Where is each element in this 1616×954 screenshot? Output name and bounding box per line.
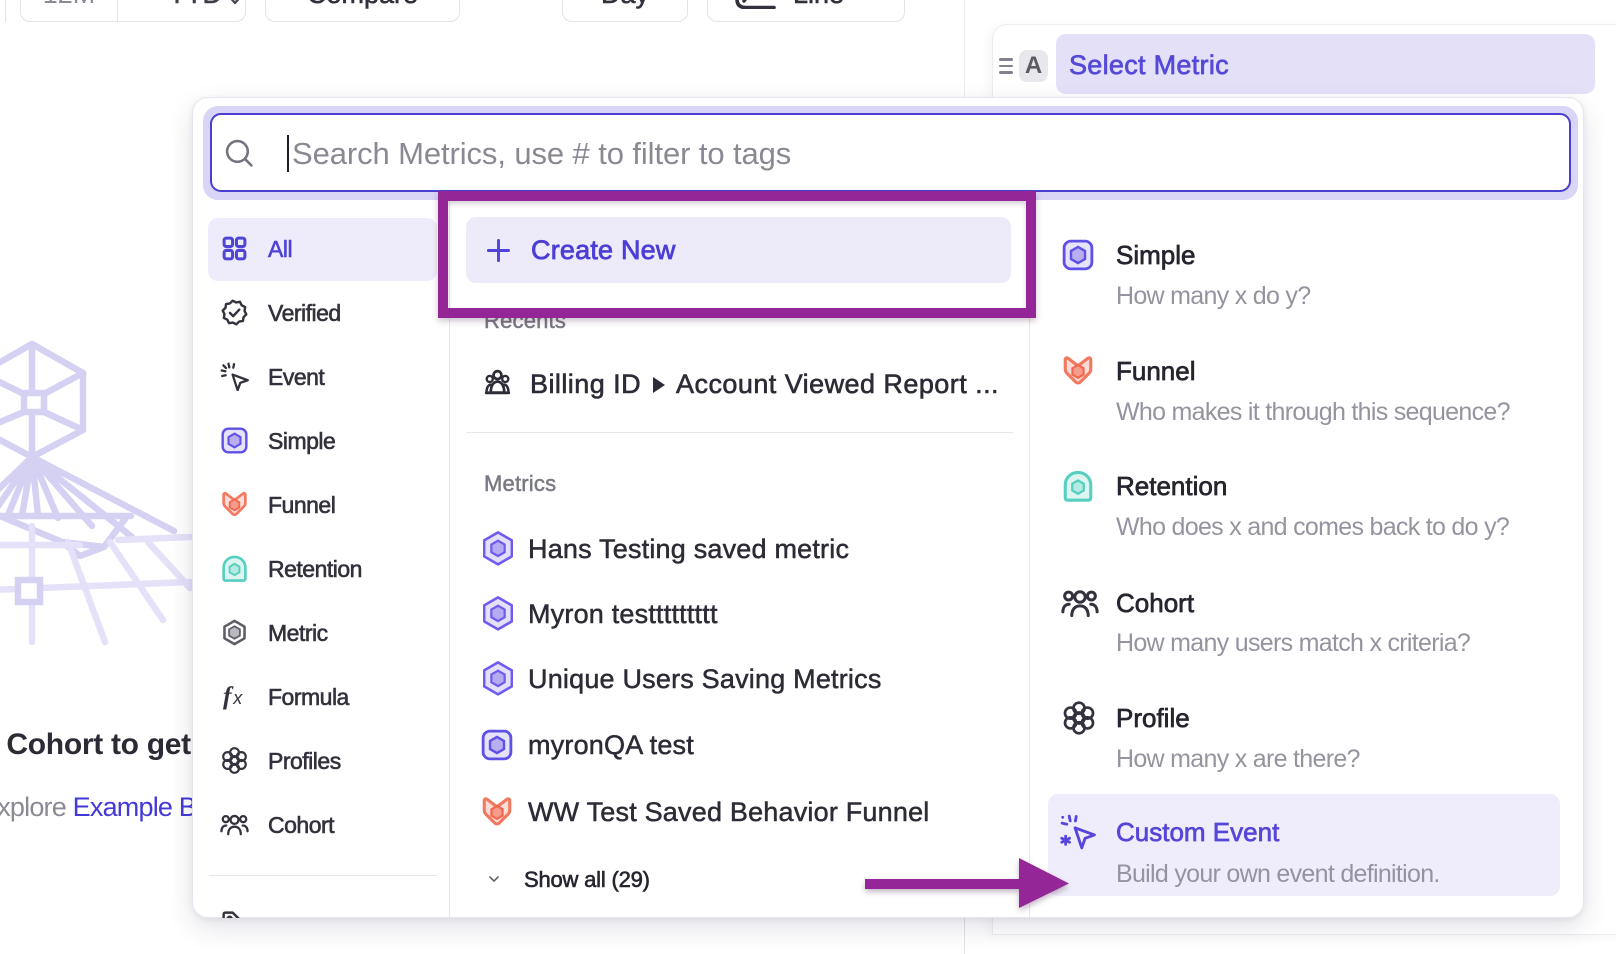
svg-text:x: x [232, 688, 243, 708]
